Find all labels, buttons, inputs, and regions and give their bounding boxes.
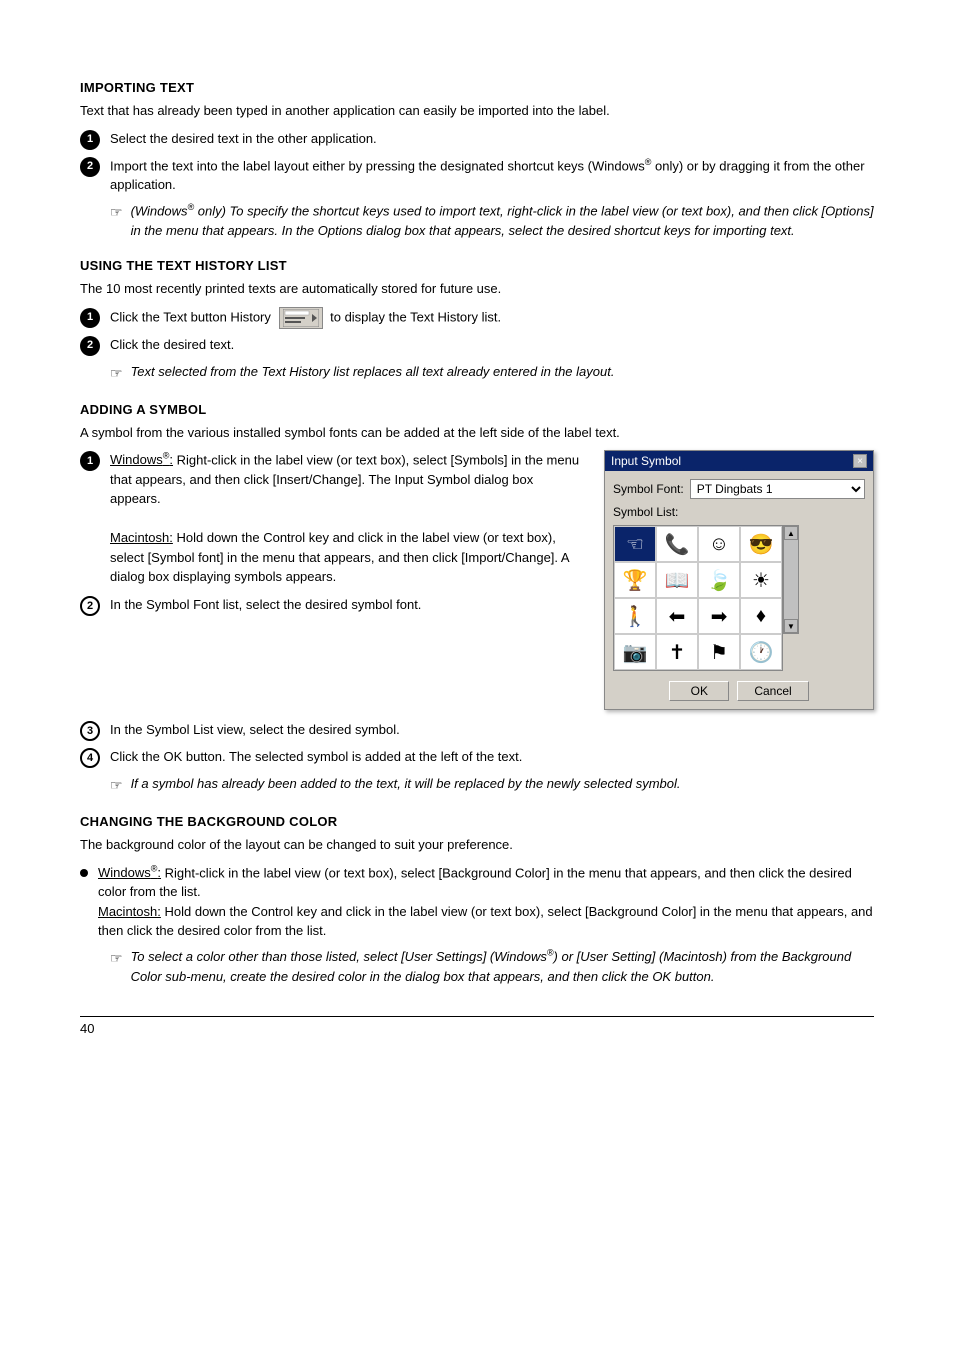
symbol-grid-container: ☜ 📞 ☺ 😎 🏆 📖 🍃 ☀ 🚶 ⬅ ➡ bbox=[613, 525, 865, 677]
symbol-cell-cross[interactable]: ✝ bbox=[656, 634, 698, 670]
text-history-step-1: 1 Click the Text button History to displ… bbox=[80, 307, 874, 329]
symbol-cell-award[interactable]: 🏆 bbox=[614, 562, 656, 598]
macintosh-label: Macintosh: bbox=[110, 530, 173, 545]
scroll-up-arrow[interactable]: ▲ bbox=[784, 526, 798, 540]
symbol-cell-camera[interactable]: 📷 bbox=[614, 634, 656, 670]
symbol-cell-smiley[interactable]: ☺ bbox=[698, 526, 740, 562]
adding-symbol-note-text: If a symbol has already been added to th… bbox=[131, 774, 681, 794]
symbol-cell-flag[interactable]: ⚑ bbox=[698, 634, 740, 670]
symbol-font-row: Symbol Font: PT Dingbats 1 bbox=[613, 479, 865, 499]
adding-symbol-step-4: 4 Click the OK button. The selected symb… bbox=[80, 747, 874, 768]
adding-symbol-step-2-text: In the Symbol Font list, select the desi… bbox=[110, 595, 584, 615]
symbol-cell-sun[interactable]: ☀ bbox=[740, 562, 782, 598]
as-step-num-1: 1 bbox=[80, 451, 100, 471]
symbol-list-label: Symbol List: bbox=[613, 505, 678, 519]
cancel-button[interactable]: Cancel bbox=[737, 681, 808, 701]
step-num-1: 1 bbox=[80, 130, 100, 150]
symbol-font-select[interactable]: PT Dingbats 1 bbox=[690, 479, 865, 499]
input-symbol-dialog: Input Symbol × Symbol Font: PT Dingbats … bbox=[604, 450, 874, 710]
scroll-track bbox=[784, 540, 798, 619]
importing-step-2: 2 Import the text into the label layout … bbox=[80, 156, 874, 195]
adding-symbol-step-1-text: Windows®: Right-click in the label view … bbox=[110, 450, 584, 587]
bg-windows-label: Windows®: bbox=[98, 865, 161, 880]
th-step-num-1: 1 bbox=[80, 308, 100, 328]
text-history-step-2: 2 Click the desired text. bbox=[80, 335, 874, 356]
symbol-cell-arrow-left[interactable]: ⬅ bbox=[656, 598, 698, 634]
symbol-cell-leaf[interactable]: 🍃 bbox=[698, 562, 740, 598]
symbol-font-label: Symbol Font: bbox=[613, 482, 684, 496]
importing-step-2-text: Import the text into the label layout ei… bbox=[110, 156, 874, 195]
note-arrow-icon: ☞ bbox=[110, 202, 123, 223]
symbol-cell-diamond[interactable]: ♦ bbox=[740, 598, 782, 634]
background-color-title: CHANGING THE BACKGROUND COLOR bbox=[80, 814, 874, 829]
background-color-bullet-1: Windows®: Right-click in the label view … bbox=[80, 863, 874, 941]
adding-symbol-step-3-text: In the Symbol List view, select the desi… bbox=[110, 720, 874, 740]
text-history-note: ☞ Text selected from the Text History li… bbox=[110, 362, 874, 384]
symbol-cell-face[interactable]: 😎 bbox=[740, 526, 782, 562]
dialog-titlebar: Input Symbol × bbox=[605, 451, 873, 471]
adding-symbol-step-2: 2 In the Symbol Font list, select the de… bbox=[80, 595, 584, 616]
adding-symbol-left: 1 Windows®: Right-click in the label vie… bbox=[80, 450, 584, 622]
text-history-title: USING THE TEXT HISTORY LIST bbox=[80, 258, 874, 273]
background-color-desc: The background color of the layout can b… bbox=[80, 835, 874, 855]
as-step-num-3: 3 bbox=[80, 721, 100, 741]
symbol-cell-arrow-right[interactable]: ➡ bbox=[698, 598, 740, 634]
adding-symbol-step-4-text: Click the OK button. The selected symbol… bbox=[110, 747, 874, 767]
text-history-note-text: Text selected from the Text History list… bbox=[131, 362, 615, 382]
bg-note-arrow-icon: ☞ bbox=[110, 948, 123, 969]
as-note-arrow-icon: ☞ bbox=[110, 775, 123, 796]
adding-symbol-step-1: 1 Windows®: Right-click in the label vie… bbox=[80, 450, 584, 587]
scroll-down-arrow[interactable]: ▼ bbox=[784, 619, 798, 633]
symbol-cell-hand[interactable]: ☜ bbox=[614, 526, 656, 562]
importing-text-section: IMPORTING TEXT Text that has already bee… bbox=[80, 80, 874, 240]
adding-symbol-title: ADDING A SYMBOL bbox=[80, 402, 874, 417]
page-number: 40 bbox=[80, 1021, 94, 1036]
adding-symbol-note: ☞ If a symbol has already been added to … bbox=[110, 774, 874, 796]
symbol-cell-phone[interactable]: 📞 bbox=[656, 526, 698, 562]
text-history-step-1-text: Click the Text button History to display… bbox=[110, 307, 874, 329]
th-step-num-2: 2 bbox=[80, 336, 100, 356]
text-history-step-2-text: Click the desired text. bbox=[110, 335, 874, 355]
importing-text-title: IMPORTING TEXT bbox=[80, 80, 874, 95]
importing-text-steps: 1 Select the desired text in the other a… bbox=[80, 129, 874, 195]
importing-step-1-text: Select the desired text in the other app… bbox=[110, 129, 874, 149]
dialog-buttons: OK Cancel bbox=[613, 681, 865, 701]
background-color-section: CHANGING THE BACKGROUND COLOR The backgr… bbox=[80, 814, 874, 986]
background-color-note: ☞ To select a color other than those lis… bbox=[110, 947, 874, 986]
importing-note: ☞ (Windows® only) To specify the shortcu… bbox=[110, 201, 874, 240]
background-color-note-text: To select a color other than those liste… bbox=[131, 947, 874, 986]
text-history-section: USING THE TEXT HISTORY LIST The 10 most … bbox=[80, 258, 874, 384]
symbol-cell-figure[interactable]: 🚶 bbox=[614, 598, 656, 634]
symbol-grid: ☜ 📞 ☺ 😎 🏆 📖 🍃 ☀ 🚶 ⬅ ➡ bbox=[613, 525, 783, 671]
adding-symbol-two-col: 1 Windows®: Right-click in the label vie… bbox=[80, 450, 874, 710]
adding-symbol-desc: A symbol from the various installed symb… bbox=[80, 423, 874, 443]
importing-note-text: (Windows® only) To specify the shortcut … bbox=[131, 201, 874, 240]
bullet-dot-1 bbox=[80, 869, 88, 877]
importing-step-1: 1 Select the desired text in the other a… bbox=[80, 129, 874, 150]
windows-label: Windows®: bbox=[110, 452, 173, 467]
symbol-scrollbar[interactable]: ▲ ▼ bbox=[783, 525, 799, 634]
th-note-arrow-icon: ☞ bbox=[110, 363, 123, 384]
importing-text-desc: Text that has already been typed in anot… bbox=[80, 101, 874, 121]
symbol-cell-clock[interactable]: 🕐 bbox=[740, 634, 782, 670]
text-history-desc: The 10 most recently printed texts are a… bbox=[80, 279, 874, 299]
step-num-2: 2 bbox=[80, 157, 100, 177]
symbol-cell-book[interactable]: 📖 bbox=[656, 562, 698, 598]
as-step-num-2: 2 bbox=[80, 596, 100, 616]
dialog-body: Symbol Font: PT Dingbats 1 Symbol List: … bbox=[605, 471, 873, 709]
background-color-bullet-1-text: Windows®: Right-click in the label view … bbox=[98, 863, 874, 941]
page-footer: 40 bbox=[80, 1016, 874, 1036]
dialog-close-button[interactable]: × bbox=[853, 454, 867, 468]
adding-symbol-right: Input Symbol × Symbol Font: PT Dingbats … bbox=[604, 450, 874, 710]
symbol-list-row: Symbol List: bbox=[613, 505, 865, 519]
adding-symbol-step-3: 3 In the Symbol List view, select the de… bbox=[80, 720, 874, 741]
text-history-button-icon[interactable] bbox=[279, 307, 323, 329]
bg-macintosh-label: Macintosh: bbox=[98, 904, 161, 919]
ok-button[interactable]: OK bbox=[669, 681, 729, 701]
text-history-steps: 1 Click the Text button History to displ… bbox=[80, 307, 874, 356]
as-step-num-4: 4 bbox=[80, 748, 100, 768]
dialog-title: Input Symbol bbox=[611, 454, 681, 468]
adding-symbol-section: ADDING A SYMBOL A symbol from the variou… bbox=[80, 402, 874, 797]
